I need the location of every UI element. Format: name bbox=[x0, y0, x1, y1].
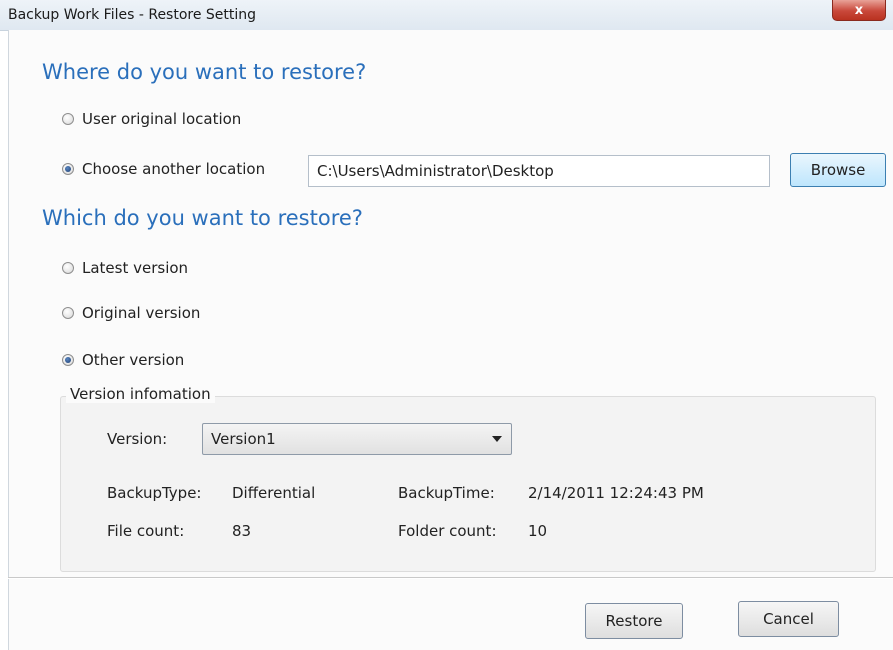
version-dropdown[interactable]: Version1 bbox=[202, 423, 512, 455]
window-title: Backup Work Files - Restore Setting bbox=[8, 7, 257, 23]
restore-location-heading: Where do you want to restore? bbox=[42, 60, 367, 84]
close-icon: x bbox=[854, 2, 864, 18]
version-info-group-label: Version infomation bbox=[66, 385, 215, 403]
folder-count-value: 10 bbox=[528, 522, 548, 540]
version-dropdown-value: Version1 bbox=[211, 430, 276, 448]
radio-label: Other version bbox=[82, 351, 185, 369]
radio-choose-another-location[interactable]: Choose another location bbox=[62, 158, 265, 180]
backup-time-value: 2/14/2011 12:24:43 PM bbox=[528, 484, 704, 502]
radio-latest-version[interactable]: Latest version bbox=[62, 257, 188, 279]
backup-time-label: BackupTime: bbox=[398, 484, 495, 502]
radio-label: Choose another location bbox=[82, 160, 266, 178]
radio-user-original-location[interactable]: User original location bbox=[62, 108, 241, 130]
radio-button[interactable] bbox=[62, 163, 74, 175]
cancel-button[interactable]: Cancel bbox=[738, 601, 839, 637]
version-label: Version: bbox=[107, 430, 168, 448]
radio-button[interactable] bbox=[62, 307, 74, 319]
radio-button[interactable] bbox=[62, 113, 74, 125]
radio-button[interactable] bbox=[62, 354, 74, 366]
restore-version-heading: Which do you want to restore? bbox=[42, 206, 363, 230]
radio-button[interactable] bbox=[62, 262, 74, 274]
radio-label: User original location bbox=[82, 110, 242, 128]
chevron-down-icon bbox=[492, 436, 502, 442]
footer-divider bbox=[8, 577, 893, 579]
file-count-label: File count: bbox=[107, 522, 185, 540]
file-count-value: 83 bbox=[232, 522, 252, 540]
folder-count-label: Folder count: bbox=[398, 522, 497, 540]
title-bar: Backup Work Files - Restore Setting x bbox=[0, 0, 893, 31]
radio-original-version[interactable]: Original version bbox=[62, 302, 200, 324]
radio-label: Latest version bbox=[82, 259, 189, 277]
close-button[interactable]: x bbox=[832, 0, 886, 21]
backup-type-label: BackupType: bbox=[107, 484, 202, 502]
browse-button[interactable]: Browse bbox=[790, 153, 886, 187]
location-path-input[interactable] bbox=[308, 155, 770, 187]
backup-type-value: Differential bbox=[232, 484, 316, 502]
radio-label: Original version bbox=[82, 304, 201, 322]
radio-other-version[interactable]: Other version bbox=[62, 349, 184, 371]
restore-button[interactable]: Restore bbox=[585, 603, 683, 639]
